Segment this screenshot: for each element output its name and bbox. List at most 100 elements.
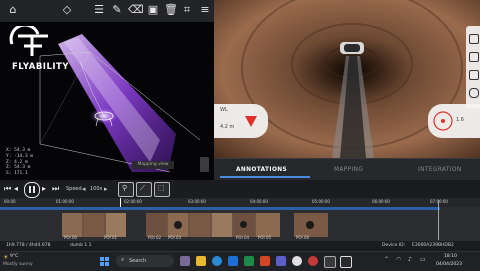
speaker-icon[interactable]: ♪ bbox=[408, 256, 412, 263]
playback-controls: ⏮ ◂ ▸ ⏭ Speed ◂ 100x ▸ ⚲ ⟋ ⬚ bbox=[0, 180, 480, 198]
search-icon: ⌕ bbox=[121, 256, 125, 263]
ruler-tick: 01:00:00 bbox=[56, 199, 74, 204]
readout-x: X: 54.3 m bbox=[6, 148, 31, 153]
poi-label: POI 06 bbox=[296, 235, 310, 240]
ruler-tick: 05:00:00 bbox=[312, 199, 330, 204]
skip-back-icon[interactable]: ⏮ bbox=[4, 184, 11, 194]
capture-icon[interactable] bbox=[469, 70, 479, 80]
step-back-icon[interactable]: ◂ bbox=[14, 184, 18, 193]
search-box[interactable]: ⌕ Search bbox=[116, 255, 174, 267]
app-icon-edge[interactable] bbox=[212, 256, 222, 266]
home-icon[interactable]: ⌂ bbox=[6, 3, 20, 17]
readout-y: Y: -14.3 m bbox=[6, 153, 34, 159]
poi-label: POI 05 bbox=[258, 235, 272, 240]
brand-name: FLYABILITY bbox=[12, 62, 69, 72]
weather-icon[interactable]: ☀ bbox=[3, 254, 8, 261]
app-icon-teams[interactable] bbox=[276, 256, 286, 266]
device-id-value: E3000A239BHDB2 bbox=[412, 243, 454, 248]
app-icon-flyability[interactable] bbox=[324, 256, 336, 268]
poi-label: POI 03 bbox=[168, 235, 182, 240]
step-forward-icon[interactable]: ▸ bbox=[42, 184, 46, 193]
speed-label: Speed bbox=[66, 186, 82, 192]
ruler-tick: 06:00:00 bbox=[372, 199, 390, 204]
pen-icon[interactable]: ✎ bbox=[110, 3, 124, 17]
poi-label: POI 04 bbox=[236, 235, 250, 240]
menu-icon[interactable]: ≡ bbox=[198, 3, 212, 17]
poi-label: POI 02 bbox=[148, 235, 162, 240]
windows-start-icon[interactable] bbox=[100, 257, 110, 267]
active-tab-indicator bbox=[220, 176, 310, 178]
tab-mapping[interactable]: MAPPING bbox=[334, 167, 363, 173]
crop-icon[interactable]: ⌗ bbox=[180, 3, 194, 17]
clock-time[interactable]: 18:10 bbox=[444, 254, 457, 259]
app-icon-inspector[interactable] bbox=[340, 256, 352, 268]
tab-annotations[interactable]: ANNOTATIONS bbox=[236, 167, 287, 173]
clock-date[interactable]: 04/04/2023 bbox=[436, 262, 462, 267]
save-icon[interactable]: ▣ bbox=[146, 3, 160, 17]
app-icon-opera[interactable] bbox=[308, 256, 318, 266]
timeline-clip[interactable] bbox=[146, 213, 280, 237]
layers-icon[interactable]: ☰ bbox=[92, 3, 106, 17]
status-bar: 1h9.778 / 4h44.678 dumb 1 1 Device ID: E… bbox=[0, 241, 480, 251]
ruler-tick: 04:00:00 bbox=[250, 199, 268, 204]
camera-side-toolbar bbox=[466, 26, 480, 108]
3d-point-cloud-viewer[interactable]: FLYABILITY X: 54.3 m Y: -14.3 m Z: 4.2 m… bbox=[0, 22, 214, 180]
weather-temp: 9°C bbox=[10, 254, 19, 259]
ruler-tick: 00:00 bbox=[4, 199, 16, 204]
app-icon-excel[interactable] bbox=[244, 256, 254, 266]
alert-arrow-icon bbox=[245, 116, 257, 127]
search-placeholder: Search bbox=[129, 258, 147, 264]
eraser-icon[interactable]: ⌫ bbox=[128, 3, 144, 17]
annotate-area-button[interactable]: ⬚ bbox=[154, 182, 170, 197]
level-panel[interactable]: WL 4.2 m bbox=[214, 104, 268, 138]
timeline-end-marker bbox=[438, 200, 439, 240]
playhead[interactable] bbox=[120, 198, 121, 207]
pin-icon: ⚲ bbox=[122, 184, 128, 192]
wifi-icon[interactable]: ◠ bbox=[396, 256, 401, 263]
poi-label: POI 01 bbox=[104, 235, 118, 240]
tray-overflow-icon[interactable]: ⌃ bbox=[384, 256, 389, 263]
battery-icon[interactable]: ▭ bbox=[420, 256, 426, 263]
app-icon-chrome[interactable] bbox=[292, 256, 302, 266]
flyability-logo-icon bbox=[9, 26, 48, 56]
measure-icon[interactable] bbox=[469, 88, 479, 98]
level-value: 4.2 m bbox=[220, 124, 235, 130]
ruler-tick: 02:00:00 bbox=[124, 199, 142, 204]
orientation-panel[interactable]: 1.6 bbox=[428, 104, 480, 138]
timeline-progress bbox=[0, 207, 440, 210]
view-mode-toggle[interactable] bbox=[200, 157, 209, 172]
level-label: WL bbox=[220, 107, 228, 113]
timeline-clip[interactable] bbox=[294, 213, 328, 237]
speed-up-icon[interactable]: ▸ bbox=[104, 185, 108, 193]
windows-taskbar: ☀ 9°C Mostly sunny ⌕ Search ⌃ ◠ ♪ ▭ 18:1… bbox=[0, 251, 480, 271]
app-icon-word[interactable] bbox=[228, 256, 238, 266]
delete-icon[interactable]: 🗑 bbox=[164, 3, 178, 17]
viewer-tooltip: Mapping view bbox=[132, 161, 174, 169]
viewer-toolbar: ⌂ ◇ ☰ ✎ ⌫ ▣ 🗑 ⌗ ≡ bbox=[0, 0, 214, 23]
coordinate-readout: X: 54.3 m Y: -14.3 m Z: 4.2 m Z: 54.3 m … bbox=[6, 148, 33, 177]
speed-down-icon[interactable]: ◂ bbox=[82, 185, 86, 193]
ruler-icon: ⟋ bbox=[140, 184, 145, 192]
tab-integration[interactable]: INTEGRATION bbox=[418, 167, 462, 173]
timeline-clip[interactable] bbox=[62, 213, 126, 237]
cube-icon[interactable]: ◇ bbox=[60, 3, 74, 17]
annotate-measure-button[interactable]: ⟋ bbox=[136, 182, 152, 197]
pause-button[interactable] bbox=[24, 182, 40, 198]
time-position: 1h9.778 / 4h44.678 bbox=[6, 243, 51, 248]
weather-desc: Mostly sunny bbox=[3, 262, 33, 267]
expand-icon[interactable] bbox=[469, 34, 479, 44]
poi-label: POI 00 bbox=[64, 235, 78, 240]
speed-value[interactable]: 100x bbox=[90, 186, 103, 192]
app-icon-widgets[interactable] bbox=[180, 256, 190, 266]
panel-tabs: ANNOTATIONS MAPPING INTEGRATION bbox=[214, 158, 480, 181]
app-icon-powerpoint[interactable] bbox=[260, 256, 270, 266]
timeline-ruler: 00:00 01:00:00 02:00:00 03:00:00 04:00:0… bbox=[0, 198, 480, 207]
app-icon-explorer[interactable] bbox=[196, 256, 206, 266]
skip-forward-icon[interactable]: ⏭ bbox=[52, 184, 59, 194]
orientation-value: 1.6 bbox=[456, 117, 464, 123]
ruler-tick: 03:00:00 bbox=[188, 199, 206, 204]
device-id-label: Device ID: bbox=[382, 243, 406, 248]
annotate-point-button[interactable]: ⚲ bbox=[118, 182, 134, 197]
frame-icon[interactable] bbox=[469, 52, 479, 62]
readout-s: S: 171.1 bbox=[6, 171, 28, 177]
